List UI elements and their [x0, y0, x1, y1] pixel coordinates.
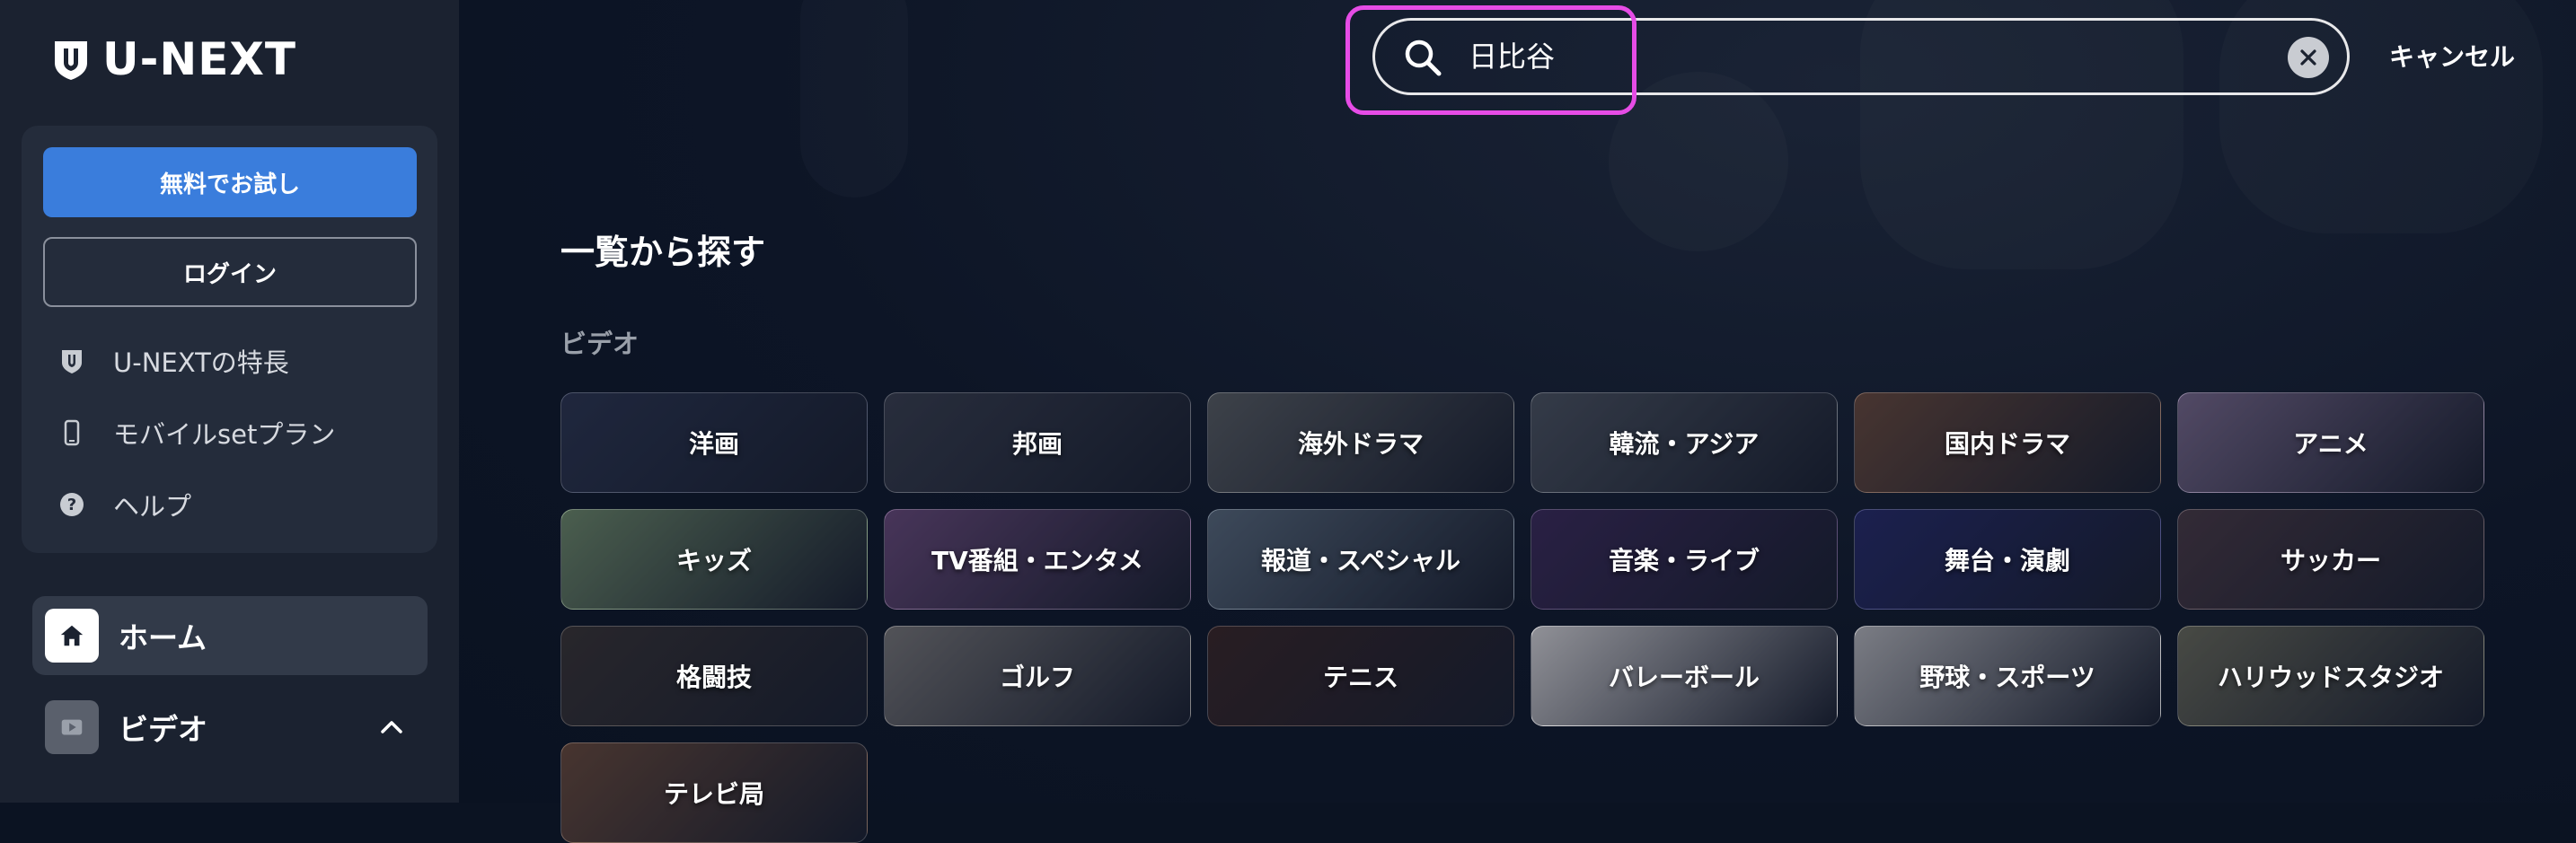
category-tile-label: 海外ドラマ	[1297, 429, 1424, 459]
section-title: 一覧から探す	[560, 233, 766, 272]
nav-video-label: ビデオ	[119, 712, 207, 747]
sidebar-link-label: モバイルsetプラン	[113, 419, 336, 450]
category-tile-label: 邦画	[1011, 429, 1063, 459]
phone-icon	[64, 419, 80, 446]
category-tile-label: 洋画	[688, 429, 739, 459]
clear-search-button[interactable]	[2288, 37, 2329, 78]
help-icon: ?	[60, 493, 84, 516]
category-tile-label: 国内ドラマ	[1944, 429, 2070, 459]
category-tile-label: 野球・スポーツ	[1919, 663, 2095, 692]
category-tile-label: テニス	[1322, 663, 1398, 692]
category-tile[interactable]: ゴルフ	[884, 626, 1191, 726]
category-tile-label: サッカー	[2280, 546, 2381, 575]
category-tile[interactable]: サッカー	[2177, 509, 2484, 610]
category-tile[interactable]: 洋画	[560, 392, 868, 493]
logo-text: U-NEXT	[102, 33, 297, 85]
category-tile[interactable]: 海外ドラマ	[1207, 392, 1514, 493]
nav-home-label: ホーム	[119, 620, 207, 655]
category-tile[interactable]: 韓流・アジア	[1531, 392, 1838, 493]
category-tile[interactable]: 邦画	[884, 392, 1191, 493]
category-tile-label: TV番組・エンタメ	[931, 546, 1143, 575]
logo[interactable]: U-NEXT	[52, 36, 296, 83]
svg-text:?: ?	[67, 496, 76, 514]
sidebar-link-help[interactable]: ? ヘルプ	[57, 483, 191, 526]
chevron-up-icon[interactable]	[377, 713, 406, 742]
category-tile[interactable]: テレビ局	[560, 742, 868, 843]
category-tile[interactable]: 舞台・演劇	[1854, 509, 2161, 610]
free-trial-button[interactable]: 無料でお試し	[43, 147, 417, 217]
category-tile[interactable]: ハリウッドスタジオ	[2177, 626, 2484, 726]
sidebar-link-mobile-plan[interactable]: モバイルsetプラン	[57, 411, 335, 454]
close-icon	[2300, 49, 2316, 66]
u-next-logo-icon	[55, 41, 87, 80]
search-query-text: 日比谷	[1469, 40, 1556, 74]
video-icon	[45, 700, 99, 754]
sidebar-link-label: ヘルプ	[113, 491, 192, 522]
search-icon	[1405, 40, 1442, 76]
category-tile[interactable]: バレーボール	[1531, 626, 1838, 726]
nav-video[interactable]: ビデオ	[32, 688, 428, 767]
category-tile[interactable]: 音楽・ライブ	[1531, 509, 1838, 610]
category-tile-label: キッズ	[675, 546, 752, 575]
shield-icon	[62, 350, 82, 373]
category-tile-label: 格闘技	[675, 663, 752, 692]
cancel-button[interactable]: キャンセル	[2389, 38, 2515, 74]
search-input[interactable]: 日比谷	[1372, 18, 2350, 95]
category-grid: 洋画 邦画 海外ドラマ 韓流・アジア 国内ドラマ アニメキッズ TV番組・エンタメ 報道・スペ…	[560, 392, 2486, 843]
category-tile-label: 報道・スペシャル	[1260, 546, 1461, 575]
category-tile[interactable]: アニメ	[2177, 392, 2484, 493]
nav-home[interactable]: ホーム	[32, 596, 428, 675]
sidebar-link-features[interactable]: U-NEXTの特長	[57, 339, 289, 382]
category-tile-label: テレビ局	[663, 779, 764, 809]
section-subtitle: ビデオ	[560, 329, 640, 359]
category-tile-label: 舞台・演劇	[1944, 546, 2070, 575]
category-tile[interactable]: 報道・スペシャル	[1207, 509, 1514, 610]
login-button[interactable]: ログイン	[43, 237, 417, 307]
category-tile-label: 音楽・ライブ	[1608, 546, 1760, 575]
category-tile[interactable]: テニス	[1207, 626, 1514, 726]
background-decoration	[1609, 72, 1788, 251]
sidebar-link-label: U-NEXTの特長	[113, 347, 289, 378]
home-icon	[45, 609, 99, 663]
sidebar: U-NEXT 無料でお試し ログイン U-NEXTの特長 モバイルsetプラン …	[0, 0, 459, 803]
category-tile[interactable]: 格闘技	[560, 626, 868, 726]
account-panel: 無料でお試し ログイン U-NEXTの特長 モバイルsetプラン ? ヘルプ	[22, 126, 437, 553]
category-tile-label: バレーボール	[1608, 663, 1760, 692]
category-tile[interactable]: TV番組・エンタメ	[884, 509, 1191, 610]
category-tile-label: ゴルフ	[999, 663, 1075, 692]
category-tile-label: ハリウッドスタジオ	[2217, 663, 2444, 692]
category-tile-label: 韓流・アジア	[1609, 429, 1760, 459]
category-tile[interactable]: 国内ドラマ	[1854, 392, 2161, 493]
background-decoration	[800, 0, 908, 198]
category-tile[interactable]: キッズ	[560, 509, 868, 610]
category-tile-label: アニメ	[2293, 429, 2369, 459]
category-tile[interactable]: 野球・スポーツ	[1854, 626, 2161, 726]
